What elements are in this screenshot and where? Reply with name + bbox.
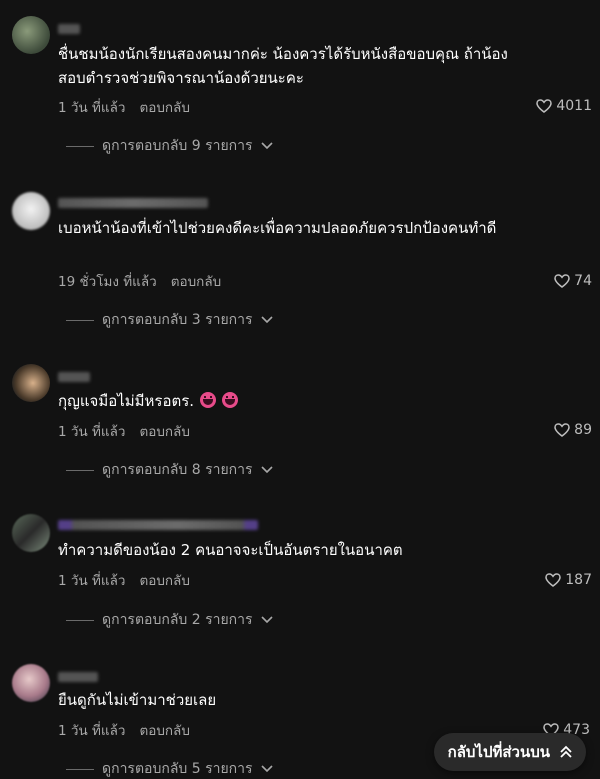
like-button[interactable]: 187 [545,572,592,588]
divider-line [66,319,94,321]
reply-button[interactable]: ตอบกลับ [171,270,221,292]
view-replies-label: ดูการตอบกลับ 2 รายการ [102,612,253,628]
divider-line [66,619,94,621]
heart-outline-icon [536,99,553,113]
comment-meta: 1 วัน ที่แล้ว ตอบกลับ [58,569,190,591]
double-chevron-up-icon [560,745,572,758]
view-replies-button[interactable]: ดูการตอบกลับ 8 รายการ [66,459,273,481]
chevron-down-icon [260,142,273,150]
heart-outline-icon [545,573,562,587]
comment-time: 1 วัน ที่แล้ว [58,100,126,116]
avatar[interactable] [12,364,50,402]
chevron-down-icon [260,616,273,624]
comment-time: 1 วัน ที่แล้ว [58,573,126,589]
view-replies-button[interactable]: ดูการตอบกลับ 9 รายการ [66,135,273,157]
view-replies-button[interactable]: ดูการตอบกลับ 2 รายการ [66,609,273,631]
chevron-down-icon [260,466,273,474]
chevron-down-icon [260,316,273,324]
comment-time: 19 ชั่วโมง ที่แล้ว [58,274,157,290]
back-to-top-label: กลับไปที่ส่วนบน [447,743,550,761]
username-blurred[interactable] [58,672,98,682]
view-replies-button[interactable]: ดูการตอบกลับ 5 รายการ [66,758,273,779]
username-blurred[interactable] [58,24,80,34]
comment-text: เบอหน้าน้องที่เข้าไปช่วยคงดีคะเพื่อความป… [58,219,497,237]
grinning-face-emoji [222,392,239,408]
comment-feed: ชื่นชมน้องนักเรียนสองคนมากค่ะ น้องควรได้… [0,0,600,779]
avatar[interactable] [12,192,50,230]
comment-text: ยืนดูกันไม่เข้ามาช่วยเลย [58,691,217,709]
comment-time: 1 วัน ที่แล้ว [58,424,126,440]
grinning-face-emoji [200,392,217,408]
username-blurred[interactable] [58,372,90,382]
like-count: 89 [574,422,592,438]
divider-line [66,145,94,147]
reply-button[interactable]: ตอบกลับ [139,96,189,118]
like-button[interactable]: 74 [554,273,592,289]
reply-button[interactable]: ตอบกลับ [139,569,189,591]
back-to-top-button[interactable]: กลับไปที่ส่วนบน [433,733,586,771]
view-replies-button[interactable]: ดูการตอบกลับ 3 รายการ [66,309,273,331]
view-replies-label: ดูการตอบกลับ 3 รายการ [102,312,253,328]
comment-text: ชื่นชมน้องนักเรียนสองคนมากค่ะ น้องควรได้… [58,45,508,87]
reply-button[interactable]: ตอบกลับ [139,420,189,442]
like-button[interactable]: 4011 [536,98,592,114]
username-blurred[interactable] [58,198,208,208]
like-count: 4011 [556,98,592,114]
comment-meta: 19 ชั่วโมง ที่แล้ว ตอบกลับ [58,270,221,292]
avatar[interactable] [12,514,50,552]
comment-time: 1 วัน ที่แล้ว [58,723,126,739]
comment-meta: 1 วัน ที่แล้ว ตอบกลับ [58,420,190,442]
avatar[interactable] [12,664,50,702]
like-count: 187 [565,572,592,588]
reply-button[interactable]: ตอบกลับ [139,719,189,741]
comment-meta: 1 วัน ที่แล้ว ตอบกลับ [58,719,190,741]
avatar[interactable] [12,16,50,54]
comment-text: กุญแจมือไม่มีหรอตร. [58,389,528,413]
comment-text: ทำความดีของน้อง 2 คนอาจจะเป็นอันตรายในอน… [58,541,403,559]
username-blurred[interactable] [58,520,258,530]
view-replies-label: ดูการตอบกลับ 8 รายการ [102,462,253,478]
comment-meta: 1 วัน ที่แล้ว ตอบกลับ [58,96,190,118]
view-replies-label: ดูการตอบกลับ 9 รายการ [102,138,253,154]
view-replies-label: ดูการตอบกลับ 5 รายการ [102,761,253,777]
comment-text-content: กุญแจมือไม่มีหรอตร. [58,392,195,410]
divider-line [66,469,94,471]
heart-outline-icon [554,274,570,288]
like-count: 74 [574,273,592,289]
chevron-down-icon [260,765,273,773]
divider-line [66,768,94,770]
heart-outline-icon [554,423,570,437]
like-button[interactable]: 89 [554,422,592,438]
